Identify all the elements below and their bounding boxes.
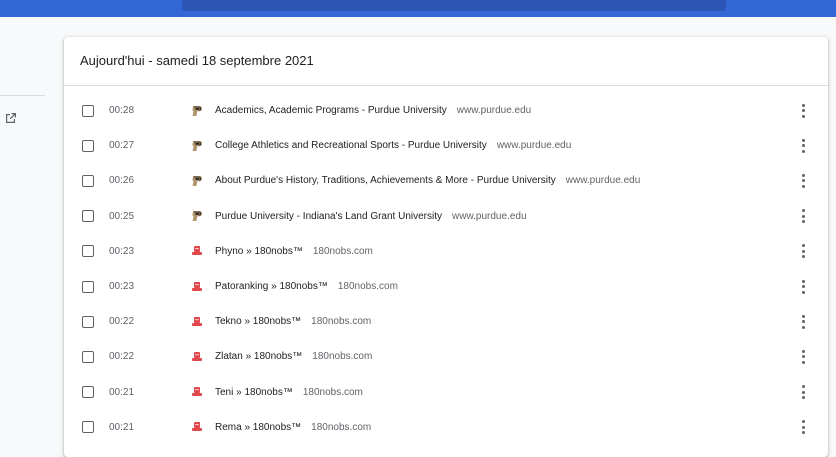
history-entry[interactable]: 00:28 Academics, Academic Programs - Pur… — [64, 93, 828, 128]
entry-link[interactable]: About Purdue's History, Traditions, Achi… — [215, 175, 640, 186]
entry-checkbox[interactable] — [82, 350, 94, 363]
entry-title[interactable]: Teni » 180nobs™ — [215, 387, 293, 398]
entry-domain: 180nobs.com — [312, 351, 373, 363]
open-in-new-tab-icon[interactable] — [4, 111, 18, 125]
entry-title[interactable]: About Purdue's History, Traditions, Achi… — [215, 175, 556, 186]
entry-title[interactable]: Tekno » 180nobs™ — [215, 316, 301, 327]
more-actions-icon[interactable] — [799, 420, 807, 435]
entry-domain: www.purdue.edu — [456, 105, 532, 117]
180nobs-icon — [191, 281, 203, 293]
entry-link[interactable]: Rema » 180nobs™ 180nobs.com — [215, 422, 371, 433]
top-app-bar — [0, 0, 836, 17]
entry-title[interactable]: College Athletics and Recreational Sport… — [215, 140, 487, 151]
180nobs-icon — [191, 245, 203, 257]
entry-link[interactable]: College Athletics and Recreational Sport… — [215, 140, 571, 151]
entry-domain: www.purdue.edu — [565, 175, 641, 187]
history-card: Aujourd'hui - samedi 18 septembre 2021 0… — [64, 37, 828, 457]
entry-checkbox[interactable] — [82, 210, 94, 223]
entry-time: 00:22 — [109, 316, 135, 328]
entry-checkbox[interactable] — [82, 245, 94, 258]
more-actions-icon[interactable] — [799, 173, 807, 188]
more-actions-icon[interactable] — [799, 103, 807, 118]
history-entry[interactable]: 00:22 Zlatan » 180nobs™ 180nobs.com — [64, 339, 828, 374]
entry-domain: 180nobs.com — [311, 316, 372, 328]
entry-domain: www.purdue.edu — [452, 210, 527, 222]
entry-checkbox[interactable] — [82, 421, 94, 434]
history-entry[interactable]: 00:23 Phyno » 180nobs™ 180nobs.com — [64, 234, 828, 269]
entry-title[interactable]: Academics, Academic Programs - Purdue Un… — [215, 105, 447, 116]
purdue-p-icon — [191, 175, 203, 187]
history-entry[interactable]: 00:27 College Athletics and Recreational… — [64, 128, 828, 163]
history-entry[interactable]: 00:23 Patoranking » 180nobs™ 180nobs.com — [64, 269, 828, 304]
history-entry[interactable]: 00:26 About Purdue's History, Traditions… — [64, 163, 828, 198]
date-heading: Aujourd'hui - samedi 18 septembre 2021 — [64, 37, 828, 86]
180nobs-icon — [191, 386, 203, 398]
entry-checkbox[interactable] — [82, 139, 94, 152]
entry-domain: 180nobs.com — [302, 386, 363, 398]
entry-title[interactable]: Phyno » 180nobs™ — [215, 246, 303, 257]
purdue-p-icon — [191, 105, 203, 117]
entry-link[interactable]: Teni » 180nobs™ 180nobs.com — [215, 387, 363, 398]
180nobs-icon — [191, 351, 203, 363]
entry-title[interactable]: Purdue University - Indiana's Land Grant… — [215, 211, 442, 222]
entry-time: 00:23 — [109, 245, 135, 257]
entry-link[interactable]: Tekno » 180nobs™ 180nobs.com — [215, 316, 371, 327]
entry-checkbox[interactable] — [82, 280, 94, 293]
entry-domain: 180nobs.com — [311, 421, 372, 433]
entry-title[interactable]: Zlatan » 180nobs™ — [215, 351, 302, 362]
more-actions-icon[interactable] — [799, 385, 807, 400]
entry-link[interactable]: Patoranking » 180nobs™ 180nobs.com — [215, 281, 398, 292]
purdue-p-icon — [191, 210, 203, 222]
search-field[interactable] — [182, 0, 726, 11]
entry-time: 00:25 — [109, 210, 135, 222]
history-list: 00:28 Academics, Academic Programs - Pur… — [64, 86, 828, 445]
entry-checkbox[interactable] — [82, 315, 94, 328]
entry-link[interactable]: Purdue University - Indiana's Land Grant… — [215, 211, 527, 222]
entry-checkbox[interactable] — [82, 174, 94, 187]
entry-link[interactable]: Zlatan » 180nobs™ 180nobs.com — [215, 351, 372, 362]
entry-time: 00:23 — [109, 281, 135, 293]
more-actions-icon[interactable] — [799, 349, 807, 364]
more-actions-icon[interactable] — [799, 244, 807, 259]
history-entry[interactable]: 00:22 Tekno » 180nobs™ 180nobs.com — [64, 304, 828, 339]
entry-title[interactable]: Rema » 180nobs™ — [215, 422, 301, 433]
entry-domain: 180nobs.com — [312, 245, 373, 257]
entry-time: 00:26 — [109, 175, 135, 187]
history-entry[interactable]: 00:25 Purdue University - Indiana's Land… — [64, 199, 828, 234]
entry-time: 00:21 — [109, 421, 135, 433]
entry-time: 00:27 — [109, 140, 135, 152]
more-actions-icon[interactable] — [799, 314, 807, 329]
180nobs-icon — [191, 316, 203, 328]
sidebar-divider — [0, 95, 45, 96]
entry-time: 00:22 — [109, 351, 135, 363]
more-actions-icon[interactable] — [799, 279, 807, 294]
entry-checkbox[interactable] — [82, 104, 94, 117]
entry-link[interactable]: Academics, Academic Programs - Purdue Un… — [215, 105, 531, 116]
entry-link[interactable]: Phyno » 180nobs™ 180nobs.com — [215, 246, 373, 257]
entry-title[interactable]: Patoranking » 180nobs™ — [215, 281, 328, 292]
history-entry[interactable]: 00:21 Rema » 180nobs™ 180nobs.com — [64, 410, 828, 445]
entry-domain: www.purdue.edu — [496, 140, 572, 152]
entry-checkbox[interactable] — [82, 386, 94, 399]
entry-time: 00:21 — [109, 386, 135, 398]
more-actions-icon[interactable] — [799, 209, 807, 224]
more-actions-icon[interactable] — [799, 138, 807, 153]
purdue-p-icon — [191, 140, 203, 152]
180nobs-icon — [191, 421, 203, 433]
entry-time: 00:28 — [109, 105, 135, 117]
entry-domain: 180nobs.com — [337, 281, 398, 293]
history-entry[interactable]: 00:21 Teni » 180nobs™ 180nobs.com — [64, 375, 828, 410]
